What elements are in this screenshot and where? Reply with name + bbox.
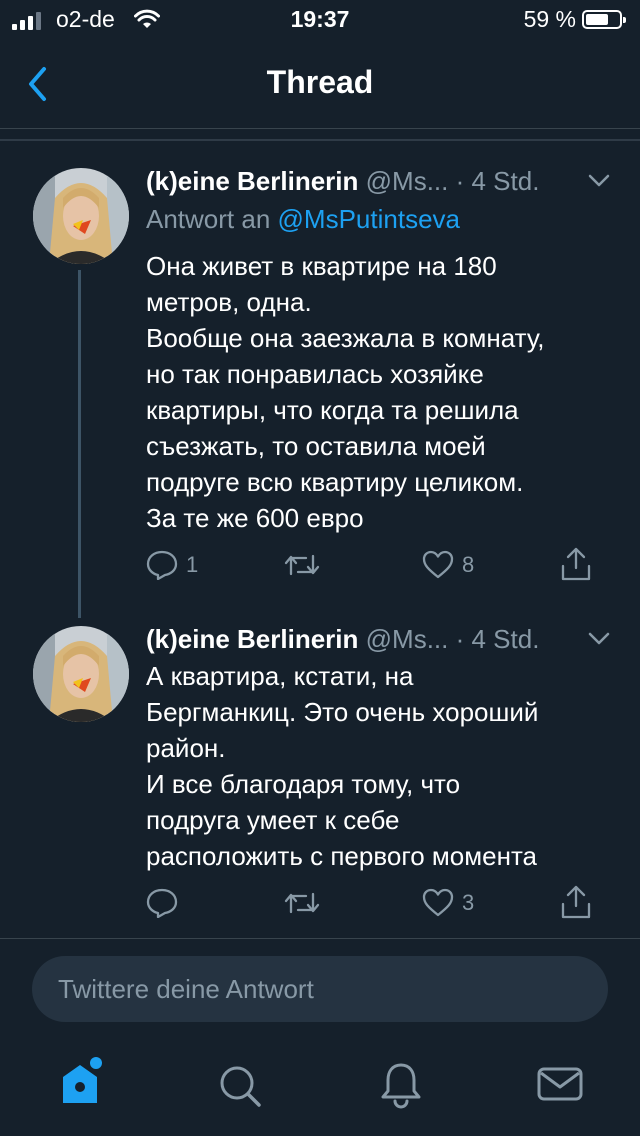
reply-input[interactable] [32,956,608,1022]
composer-divider [0,938,640,939]
tweet-timestamp: · 4 Std. [455,166,540,196]
messages-icon[interactable] [535,1055,585,1111]
display-name[interactable]: (k)eine Berlinerin [146,624,358,654]
share-button[interactable] [560,546,592,582]
header-divider [0,128,640,129]
reply-context: Antwort an @MsPutintseva [146,204,460,235]
reply-icon [146,888,178,918]
tweet-timestamp: · 4 Std. [455,624,540,654]
reply-prefix: Antwort an [146,204,271,234]
page-title: Thread [266,64,374,100]
tweet-text: Она живет в квартире на 180 метров, одна… [146,251,545,533]
like-count: 8 [462,552,475,577]
avatar[interactable] [33,168,129,264]
display-name[interactable]: (k)eine Berlinerin [146,166,358,196]
section-divider [0,139,640,141]
reply-count: 1 [186,552,199,577]
reply-button[interactable] [146,888,186,918]
status-bar: o2-de 19:37 59 % [0,0,640,40]
avatar[interactable] [33,626,129,722]
heart-icon [422,550,454,579]
heart-icon [422,888,454,917]
reply-mention[interactable]: @MsPutintseva [278,204,460,234]
search-icon[interactable] [215,1055,265,1111]
retweet-icon [284,554,320,576]
chevron-down-icon[interactable] [588,632,610,646]
thread-connector [78,270,81,618]
share-button[interactable] [560,884,592,920]
user-handle[interactable]: @Ms... [366,166,449,196]
battery-percent: 59 % [523,6,576,32]
user-handle[interactable]: @Ms... [366,624,449,654]
tweet-header: (k)eine Berlinerin @Ms... · 4 Std. [146,624,539,655]
tweet-text: А квартира, кстати, на Бергманкиц. Это о… [146,661,539,871]
home-icon[interactable] [58,1055,108,1111]
notifications-icon[interactable] [376,1055,426,1111]
retweet-button[interactable] [284,552,328,578]
reply-composer [32,956,608,1022]
retweet-button[interactable] [284,890,328,916]
chevron-down-icon[interactable] [588,174,610,188]
battery-icon [582,10,626,29]
retweet-icon [284,892,320,914]
reply-icon [146,550,178,580]
like-button[interactable]: 8 [422,550,474,580]
like-button[interactable]: 3 [422,888,474,918]
like-count: 3 [462,890,475,915]
tweet-header: (k)eine Berlinerin @Ms... · 4 Std. [146,166,539,197]
reply-button[interactable]: 1 [146,550,198,580]
